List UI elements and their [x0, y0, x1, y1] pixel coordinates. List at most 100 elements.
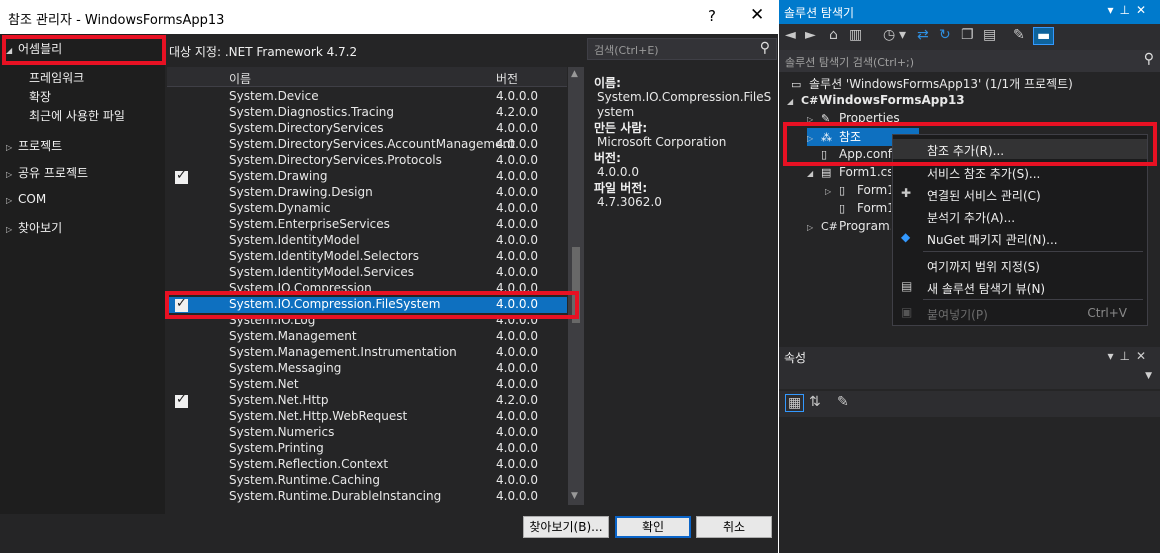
menu-scope-to-this[interactable]: 여기까지 범위 지정(S): [893, 255, 1147, 275]
tree-form1[interactable]: ◢ ▤ Form1.cs: [807, 165, 891, 179]
nav-assemblies[interactable]: ◢ 어셈블리: [6, 40, 62, 57]
assembly-row[interactable]: System.Net.Http.WebRequest 4.0.0.0: [167, 409, 567, 425]
assembly-checkbox[interactable]: [175, 219, 188, 232]
assembly-row[interactable]: System.Device 4.0.0.0: [167, 89, 567, 105]
assembly-row[interactable]: System.IO.Log 4.0.0.0: [167, 313, 567, 329]
scroll-thumb[interactable]: [572, 247, 580, 323]
tree-project[interactable]: ◢ C#WindowsFormsApp13: [787, 93, 965, 107]
assembly-checkbox[interactable]: [175, 107, 188, 120]
assembly-checkbox[interactable]: [175, 427, 188, 440]
column-version-header[interactable]: 버전: [496, 70, 518, 87]
assembly-checkbox[interactable]: [175, 203, 188, 216]
assembly-row[interactable]: System.Reflection.Context 4.0.0.0: [167, 457, 567, 473]
assembly-checkbox[interactable]: [175, 411, 188, 424]
forward-icon[interactable]: ►: [805, 27, 816, 43]
assembly-row[interactable]: System.DirectoryServices.Protocols 4.0.0.…: [167, 153, 567, 169]
tree-program[interactable]: ▷ C#Program.cs: [807, 219, 891, 233]
browse-button[interactable]: 찾아보기(B)...: [523, 516, 609, 538]
nav-com[interactable]: ▷ COM: [6, 192, 46, 206]
menu-manage-connected-services[interactable]: ✚ 연결된 서비스 관리(C): [893, 184, 1147, 204]
assembly-row[interactable]: System.Runtime.Caching 4.0.0.0: [167, 473, 567, 489]
help-button[interactable]: ?: [708, 7, 716, 25]
nav-browse[interactable]: ▷ 찾아보기: [6, 219, 62, 236]
alphabetical-icon[interactable]: ⇅: [809, 394, 821, 410]
tree-properties[interactable]: ▷ ✎ Properties: [807, 111, 900, 125]
assembly-checkbox[interactable]: [175, 283, 188, 296]
assembly-row[interactable]: System.Numerics 4.0.0.0: [167, 425, 567, 441]
assembly-checkbox[interactable]: [175, 347, 188, 360]
assembly-checkbox[interactable]: [175, 155, 188, 168]
assembly-checkbox[interactable]: [175, 267, 188, 280]
assembly-checkbox[interactable]: [175, 392, 188, 408]
assembly-row[interactable]: System.Dynamic 4.0.0.0: [167, 201, 567, 217]
assembly-row[interactable]: System.IO.Compression.FileSystem 4.0.0.0: [167, 296, 567, 313]
assembly-checkbox[interactable]: [175, 459, 188, 472]
assembly-checkbox[interactable]: [175, 379, 188, 392]
assembly-checkbox[interactable]: [175, 123, 188, 136]
menu-add-service-reference[interactable]: 서비스 참조 추가(S)...: [893, 162, 1147, 182]
dropdown-icon[interactable]: ▾: [899, 27, 906, 43]
panel-pin-close-icons[interactable]: ▾⊥✕: [1107, 3, 1152, 17]
assembly-row[interactable]: System.DirectoryServices 4.0.0.0: [167, 121, 567, 137]
assembly-row[interactable]: System.DirectoryServices.AccountManageme…: [167, 137, 567, 153]
assembly-checkbox[interactable]: [175, 363, 188, 376]
tree-solution[interactable]: ▭ 솔루션 'WindowsFormsApp13' (1/1개 프로젝트): [791, 75, 1073, 92]
search-icon[interactable]: ⚲: [760, 40, 770, 56]
assembly-row[interactable]: System.Diagnostics.Tracing 4.2.0.0: [167, 105, 567, 121]
refresh-icon[interactable]: ↻: [939, 27, 951, 43]
assembly-checkbox[interactable]: [175, 475, 188, 488]
assembly-row[interactable]: System.EnterpriseServices 4.0.0.0: [167, 217, 567, 233]
nav-recent[interactable]: 최근에 사용한 파일: [29, 107, 125, 124]
tree-appconfig[interactable]: ▯ App.config: [821, 147, 893, 161]
collapse-all-icon[interactable]: ❐: [961, 27, 974, 43]
assembly-row[interactable]: System.Drawing.Design 4.0.0.0: [167, 185, 567, 201]
chevron-down-icon[interactable]: ▼: [1145, 371, 1152, 381]
categorized-icon[interactable]: ▦: [785, 394, 805, 412]
menu-new-explorer-view[interactable]: ▤ 새 솔루션 탐색기 뷰(N): [893, 277, 1147, 297]
assembly-checkbox[interactable]: [175, 235, 188, 248]
scroll-up-icon[interactable]: ▲: [571, 69, 578, 79]
switch-views-icon[interactable]: ▥: [849, 27, 862, 43]
properties-icon[interactable]: ✎: [1013, 27, 1025, 43]
preview-icon[interactable]: ▬: [1033, 27, 1055, 45]
assembly-checkbox[interactable]: [175, 443, 188, 456]
pending-changes-icon[interactable]: ◷: [883, 27, 895, 43]
assembly-row[interactable]: System.IdentityModel.Services 4.0.0.0: [167, 265, 567, 281]
home-icon[interactable]: ⌂: [829, 27, 838, 43]
back-icon[interactable]: ◄: [785, 27, 796, 43]
nav-projects[interactable]: ▷ 프로젝트: [6, 137, 62, 154]
assembly-row[interactable]: System.Messaging 4.0.0.0: [167, 361, 567, 377]
sync-icon[interactable]: ⇄: [917, 27, 929, 43]
show-all-files-icon[interactable]: ▤: [983, 27, 996, 43]
assembly-checkbox[interactable]: [175, 187, 188, 200]
assembly-row[interactable]: System.Management.Instrumentation 4.0.0.0: [167, 345, 567, 361]
nav-framework[interactable]: 프레임워크: [29, 69, 84, 86]
assembly-row[interactable]: System.Net.Http 4.2.0.0: [167, 392, 567, 409]
dialog-search-input[interactable]: 검색(Ctrl+E) ⚲: [587, 38, 777, 60]
solution-search-input[interactable]: 솔루션 탐색기 검색(Ctrl+;) ⚲: [779, 50, 1160, 72]
menu-paste[interactable]: ▣ 붙여넣기(P) Ctrl+V: [893, 303, 1147, 323]
cancel-button[interactable]: 취소: [696, 516, 772, 538]
scroll-down-icon[interactable]: ▼: [571, 491, 578, 501]
nav-shared-projects[interactable]: ▷ 공유 프로젝트: [6, 164, 88, 181]
tree-form1-child1[interactable]: ▷ ▯ Form1.Designer.cs: [825, 183, 891, 197]
assembly-checkbox[interactable]: [175, 331, 188, 344]
menu-add-reference[interactable]: 참조 추가(R)...: [893, 139, 1147, 159]
assembly-row[interactable]: System.IdentityModel.Selectors 4.0.0.0: [167, 249, 567, 265]
assembly-row[interactable]: System.IdentityModel 4.0.0.0: [167, 233, 567, 249]
panel-pin-close-icons[interactable]: ▾⊥✕: [1107, 349, 1152, 363]
menu-add-analyzer[interactable]: 분석기 추가(A)...: [893, 206, 1147, 226]
assembly-checkbox[interactable]: [175, 296, 188, 312]
property-pages-icon[interactable]: ✎: [837, 394, 849, 410]
list-scrollbar[interactable]: ▲ ▼: [568, 67, 584, 505]
properties-object-selector[interactable]: ▼: [779, 367, 1160, 389]
assembly-row[interactable]: System.Printing 4.0.0.0: [167, 441, 567, 457]
search-icon[interactable]: ⚲: [1144, 51, 1154, 67]
assembly-checkbox[interactable]: [175, 168, 188, 184]
assembly-checkbox[interactable]: [175, 139, 188, 152]
column-name-header[interactable]: 이름: [229, 70, 251, 87]
assembly-row[interactable]: System.Management 4.0.0.0: [167, 329, 567, 345]
tree-form1-child2[interactable]: ▯ Form1.resx: [839, 201, 891, 215]
assembly-row[interactable]: System.Drawing 4.0.0.0: [167, 168, 567, 185]
assembly-checkbox[interactable]: [175, 315, 188, 328]
